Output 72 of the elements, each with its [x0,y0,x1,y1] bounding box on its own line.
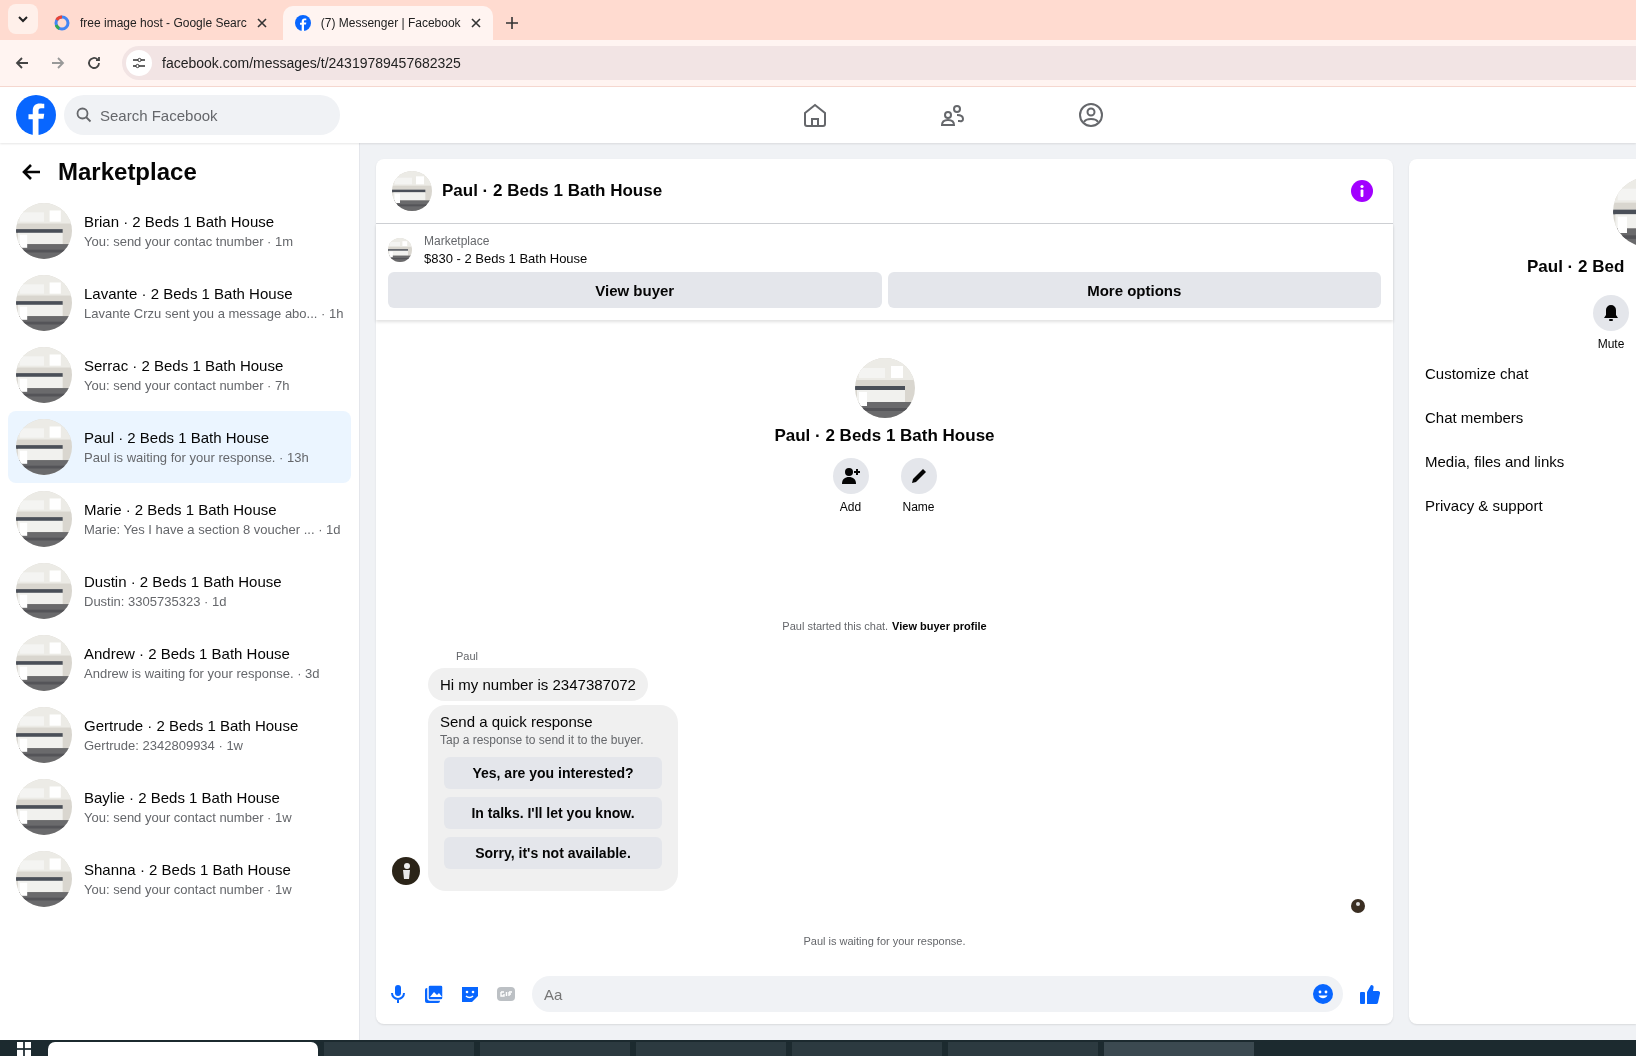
browser-tab[interactable]: free image host - Google Searc [42,6,279,40]
search-icon [76,107,92,123]
conversation-name: Paul · 2 Bed [1527,257,1625,277]
chat-title: Paul · 2 Beds 1 Bath House [442,181,664,201]
conversation-item[interactable]: Shanna · 2 Beds 1 Bath House You: send your contact number · 1w [8,843,351,915]
view-buyer-profile-link[interactable]: View buyer profile [892,620,987,632]
bell-icon [1602,304,1620,322]
quick-reply-button[interactable]: In talks. I'll let you know. [444,797,662,829]
site-settings-icon[interactable] [126,50,152,76]
chat-started-text: Paul started this chat. [782,620,889,632]
menu-item[interactable]: Customize chat [1409,351,1529,395]
message-bubble: Hi my number is 2347387072 [428,668,648,701]
conversation-item[interactable]: Paul · 2 Beds 1 Bath House Paul is waiting for your response. · 13h [8,411,351,483]
sender-name: Paul [456,650,480,662]
action-label: Mute [1597,337,1625,351]
reload-icon[interactable] [86,55,102,71]
home-icon[interactable] [802,102,828,128]
listing-title: $830 - 2 Beds 1 Bath House [424,251,588,266]
menu-item[interactable]: Media, files and links [1409,439,1565,483]
quick-response-title: Send a quick response [440,713,594,730]
add-person-button[interactable] [832,458,869,494]
taskbar-search-field[interactable] [48,1042,318,1056]
conversation-item[interactable]: Andrew · 2 Beds 1 Bath House Andrew is waiting for your response. · 3d [8,627,351,699]
chevron-down-icon [17,13,29,25]
seen-avatar-icon [1351,899,1365,913]
info-icon[interactable] [1351,180,1373,202]
conversation-item[interactable]: Serrac · 2 Beds 1 Bath House You: send your contact number · 7h [8,339,351,411]
emoji-icon[interactable] [1313,984,1333,1004]
like-icon[interactable] [1359,983,1381,1005]
photo-icon[interactable] [424,984,444,1004]
action-label: Name [902,500,935,514]
close-icon[interactable] [256,18,267,28]
back-icon[interactable] [22,162,42,182]
conversation-item[interactable]: Gertrude · 2 Beds 1 Bath House Gertrude: 2342809934 · 1w [8,699,351,771]
back-icon[interactable] [14,55,30,71]
message-field[interactable]: Aa [532,976,1343,1012]
listing-label: Marketplace [424,234,491,248]
new-tab-icon[interactable] [504,16,519,30]
friends-icon[interactable] [940,102,966,128]
windows-logo-icon[interactable] [16,1042,32,1056]
conversation-item[interactable]: Marie · 2 Beds 1 Bath House Marie: Yes I have a section 8 voucher ... · 1d [8,483,351,555]
quick-reply-button[interactable]: Yes, are you interested? [444,757,662,789]
user-avatar-icon [392,857,420,885]
conversation-item[interactable]: Baylie · 2 Beds 1 Bath House You: send your contact number · 1w [8,771,351,843]
search-field[interactable]: Search Facebook [64,95,340,135]
facebook-icon [294,15,311,31]
action-label: Add [839,500,862,514]
menu-item[interactable]: Privacy & support [1409,483,1543,527]
quick-reply-button[interactable]: Sorry, it's not available. [444,837,662,869]
forward-icon[interactable] [50,55,66,71]
quick-response-hint: Tap a response to send it to the buyer. [440,733,645,747]
microphone-icon[interactable] [388,984,408,1004]
action-button[interactable]: View buyer [388,272,882,308]
conversation-item[interactable]: Lavante · 2 Beds 1 Bath House Lavante Crzu sent you a message abo... · 1h [8,267,351,339]
status-text: Paul is waiting for your response. [803,935,966,947]
profile-icon[interactable] [1078,102,1104,128]
menu-item[interactable]: Chat members [1409,395,1524,439]
facebook-logo[interactable] [16,95,56,135]
profile-name: Paul · 2 Beds 1 Bath House [774,426,995,446]
close-icon[interactable] [470,18,481,28]
mute-button[interactable] [1593,295,1629,331]
edit-name-button[interactable] [900,458,937,494]
tab-list-button[interactable] [8,4,38,34]
action-button[interactable]: More options [887,272,1381,308]
address-field[interactable]: facebook.com/messages/t/24319789457682325 [122,46,1636,80]
conversation-item[interactable]: Dustin · 2 Beds 1 Bath House Dustin: 3305735323 · 1d [8,555,351,627]
conversation-item[interactable]: Brian · 2 Beds 1 Bath House You: send your contac tnumber · 1m [8,195,351,267]
add-person-icon [840,466,861,486]
google-icon [54,15,70,31]
browser-tab[interactable]: (7) Messenger | Facebook [282,6,493,40]
page-title: Marketplace [58,158,197,186]
sticker-icon[interactable] [460,984,480,1004]
